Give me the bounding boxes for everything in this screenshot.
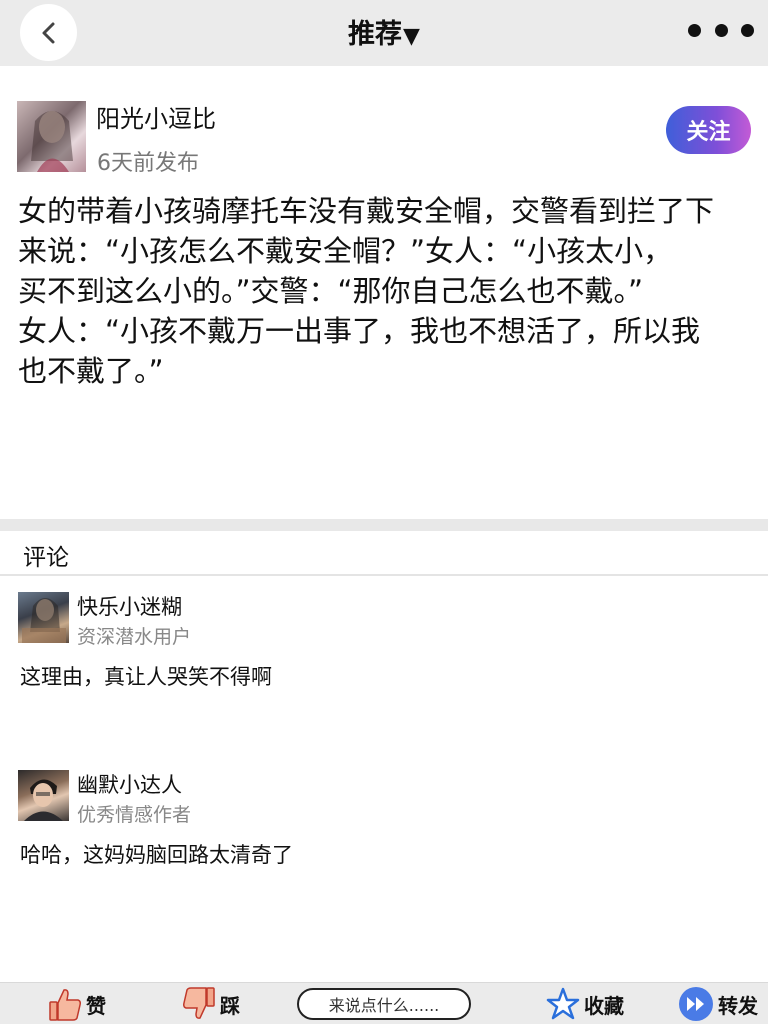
comment-text: 哈哈，这妈妈脑回路太清奇了 [20,843,293,867]
page-title: 推荐 [348,19,403,50]
post-line: 来说：“小孩怎么不戴安全帽？”女人：“小孩太小， [18,234,673,268]
author-avatar[interactable] [17,101,86,172]
section-divider [0,519,768,531]
bottom-action-bar: 赞 踩 来说点什么...... 收藏 转发 [0,982,768,1024]
favorite-label: 收藏 [584,993,624,1018]
post-line: 女人：“小孩不戴万一出事了，我也不想活了，所以我 [18,314,701,348]
post-line: 女的带着小孩骑摩托车没有戴安全帽，交警看到拦了下 [18,194,715,228]
post-line: 买不到这么小的。”交警：“那你自己怎么也不戴。” [18,274,644,308]
follow-button[interactable]: 关注 [666,106,751,154]
post-timestamp: 6天前发布 [97,151,199,176]
commenter-name[interactable]: 快乐小迷糊 [77,591,182,621]
comment-text: 这理由，真让人哭笑不得啊 [20,665,272,689]
divider [0,574,768,576]
like-label: 赞 [86,993,106,1018]
commenter-avatar[interactable] [18,770,69,821]
author-name[interactable]: 阳光小逗比 [96,99,216,134]
dropdown-caret-icon: ▼ [403,24,420,49]
feed-selector[interactable]: 推荐▼ [0,12,768,51]
share-button[interactable]: 转发 [678,983,758,1024]
dislike-label: 踩 [220,993,240,1018]
top-navbar: 推荐▼ [0,0,768,66]
share-label: 转发 [718,993,758,1018]
thumbs-up-icon [49,989,81,1021]
post-line: 也不戴了。” [18,354,164,388]
comment-input[interactable]: 来说点什么...... [297,988,471,1020]
commenter-avatar[interactable] [18,592,69,643]
like-button[interactable]: 赞 [48,983,106,1024]
post-content: 女的带着小孩骑摩托车没有戴安全帽，交警看到拦了下 来说：“小孩怎么不戴安全帽？”… [18,191,746,391]
star-icon [546,987,580,1020]
comments-title: 评论 [23,545,69,571]
commenter-badge: 资深潜水用户 [77,626,192,648]
dislike-button[interactable]: 踩 [182,983,240,1024]
more-dots-icon[interactable] [688,22,754,38]
commenter-badge: 优秀情感作者 [77,804,192,826]
commenter-name[interactable]: 幽默小达人 [77,769,182,799]
favorite-button[interactable]: 收藏 [546,983,624,1024]
fast-forward-icon [679,987,713,1021]
thumbs-down-icon [183,987,215,1019]
